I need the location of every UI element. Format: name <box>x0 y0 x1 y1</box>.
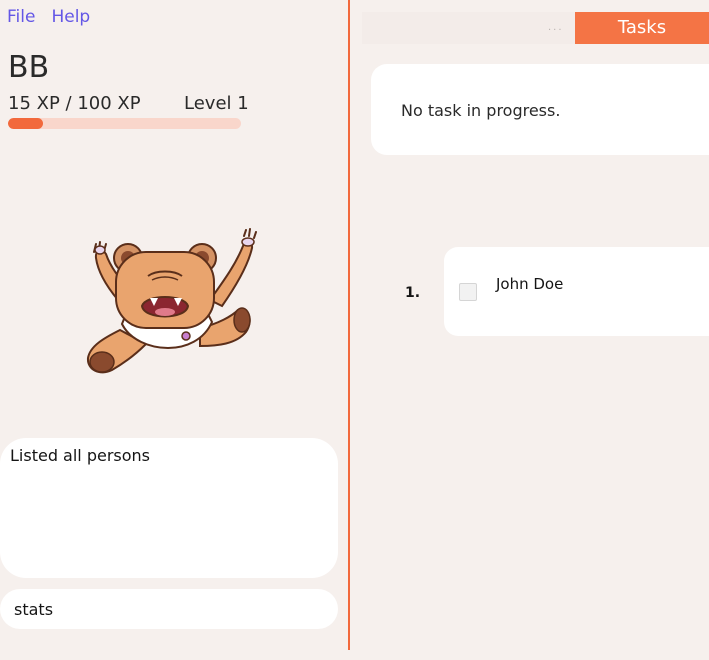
task-checkbox[interactable] <box>459 283 477 301</box>
command-input[interactable] <box>14 598 324 620</box>
left-panel: File Help BB 15 XP / 100 XP Level 1 List… <box>0 0 348 660</box>
result-text: Listed all persons <box>10 446 151 465</box>
level-text: Level 1 <box>184 93 249 114</box>
progress-text: No task in progress. <box>401 101 561 120</box>
pet-name: BB <box>8 50 50 85</box>
panel-divider <box>348 0 350 650</box>
xp-progress-fill <box>8 118 43 129</box>
task-index: 1. <box>405 285 421 301</box>
pet-bear-image <box>86 228 257 374</box>
tab-tasks[interactable]: Tasks <box>575 12 709 44</box>
menu-help[interactable]: Help <box>51 7 90 27</box>
menu-file[interactable]: File <box>7 7 35 27</box>
task-name: John Doe <box>496 275 564 293</box>
tab-header <box>362 12 575 44</box>
menu-bar: File Help <box>7 7 90 27</box>
task-card[interactable] <box>444 247 709 336</box>
tab-overflow-indicator[interactable]: ... <box>548 22 564 33</box>
xp-progress-bar <box>8 118 241 129</box>
xp-text: 15 XP / 100 XP <box>8 93 141 114</box>
